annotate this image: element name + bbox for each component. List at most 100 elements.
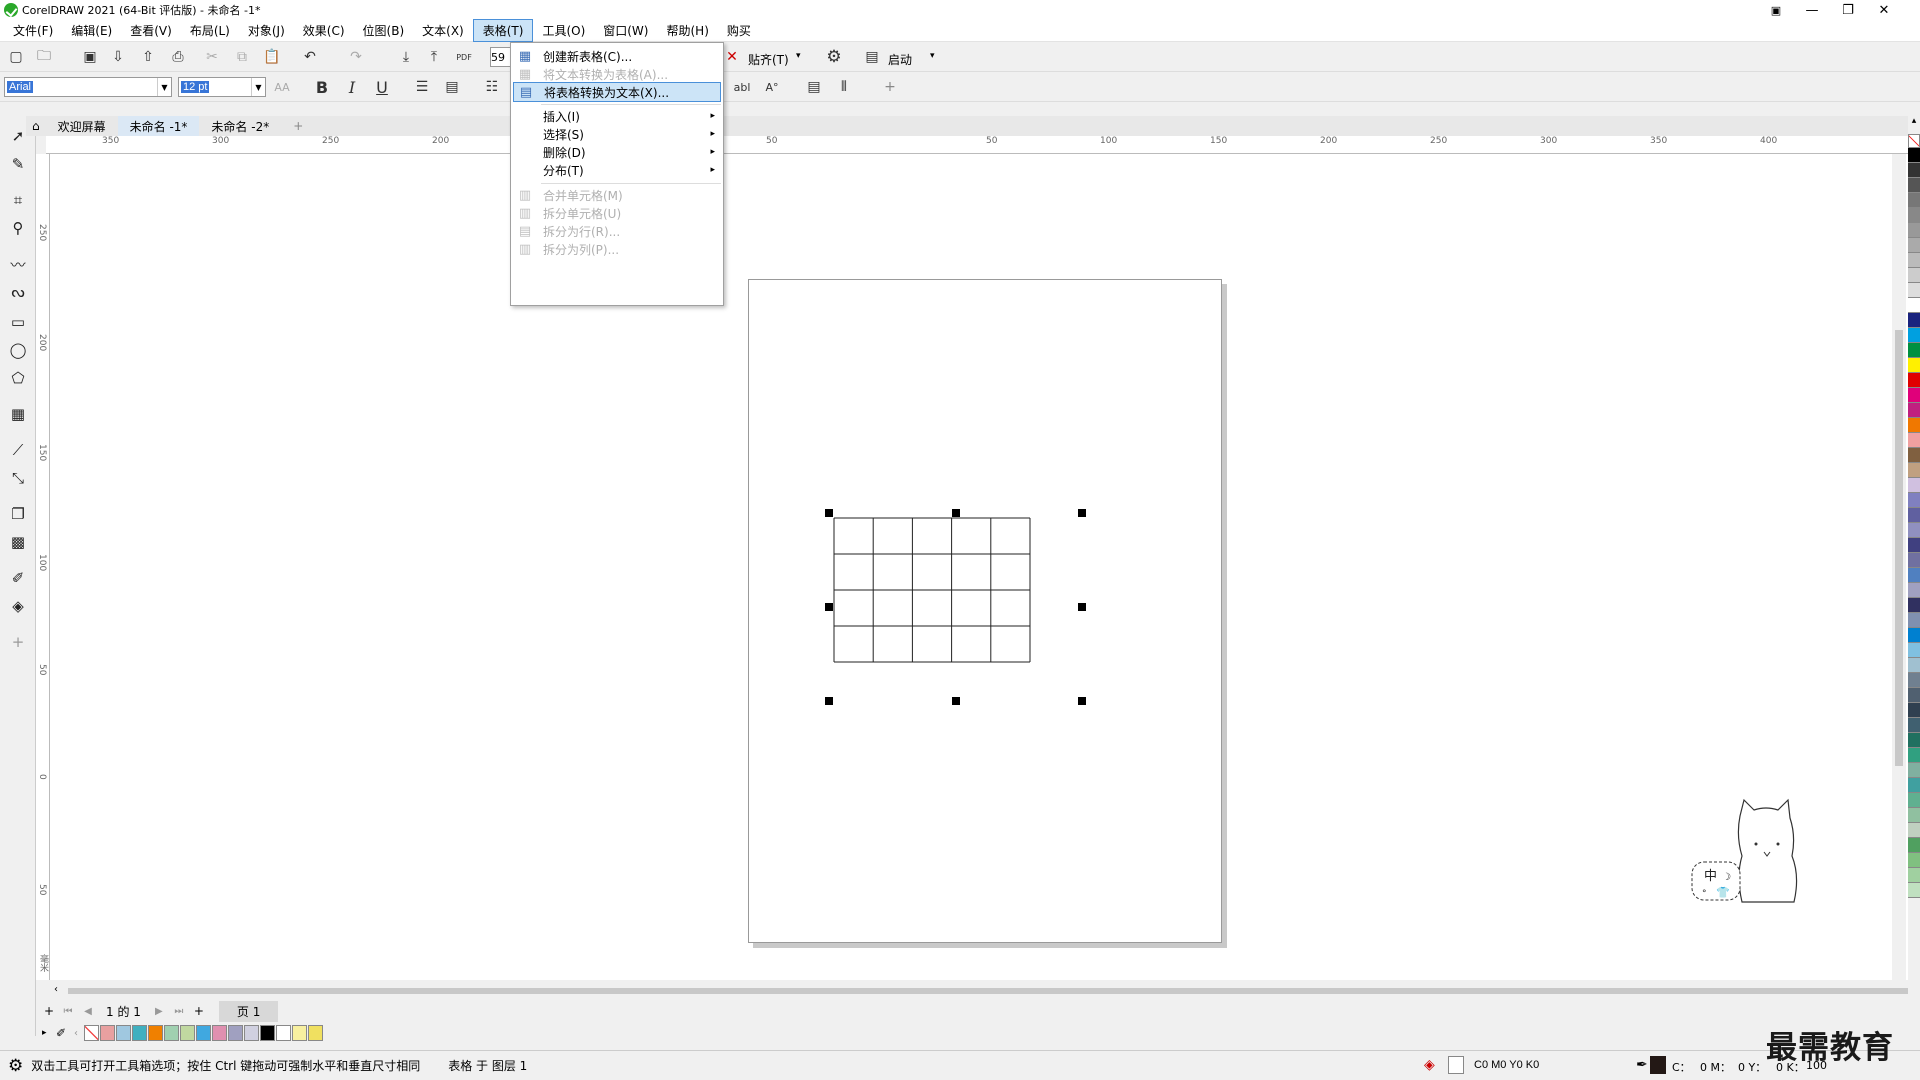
scroll-thumb[interactable] — [68, 988, 1918, 994]
color-swatch[interactable] — [1908, 478, 1920, 493]
color-swatch[interactable] — [1908, 328, 1920, 343]
prev-page-icon[interactable]: ◀ — [78, 1006, 98, 1017]
font-scale-icon[interactable]: AA — [272, 77, 292, 97]
color-swatch[interactable] — [1908, 658, 1920, 673]
color-swatch[interactable] — [308, 1025, 323, 1041]
add-tool-icon[interactable]: + — [6, 630, 30, 654]
palette-scroll-left-icon[interactable]: ‹ — [74, 1028, 84, 1039]
color-swatch[interactable] — [1908, 793, 1920, 808]
italic-button[interactable]: I — [342, 77, 362, 97]
menu-tools[interactable]: 工具(O) — [533, 20, 594, 41]
rectangle-tool-icon[interactable]: ▭ — [6, 310, 30, 334]
menu-table[interactable]: 表格(T) — [472, 19, 534, 42]
dimension-tool-icon[interactable]: ⟋ — [6, 438, 30, 462]
color-swatch[interactable] — [1908, 343, 1920, 358]
menu-create-table[interactable]: ▦ 创建新表格(C)... — [513, 46, 721, 66]
minimize-button[interactable]: — — [1794, 0, 1830, 20]
selection-handle[interactable] — [825, 509, 833, 517]
tab-document-2[interactable]: 未命名 -2* — [199, 116, 281, 136]
color-swatch[interactable] — [1908, 523, 1920, 538]
launch-icon[interactable]: ▤ — [862, 47, 882, 67]
artistic-media-icon[interactable]: ᔓ — [6, 280, 30, 304]
paragraph-format-icon[interactable]: ▤ — [442, 77, 462, 97]
menu-effects[interactable]: 效果(C) — [294, 20, 354, 41]
color-swatch[interactable] — [1908, 433, 1920, 448]
polygon-tool-icon[interactable]: ⬠ — [6, 366, 30, 390]
outline-color-swatch[interactable] — [1650, 1056, 1666, 1074]
color-swatch[interactable] — [1908, 268, 1920, 283]
help-window-icon[interactable]: ▣ — [1758, 0, 1794, 20]
color-swatch[interactable] — [1908, 208, 1920, 223]
color-swatch[interactable] — [1908, 883, 1920, 898]
selection-handle[interactable] — [825, 697, 833, 705]
last-page-icon[interactable]: ⏭ — [169, 1006, 189, 1017]
first-page-icon[interactable]: ⏮ — [58, 1006, 78, 1017]
color-swatch[interactable] — [1908, 253, 1920, 268]
save-icon[interactable]: ▣ — [80, 47, 100, 67]
color-swatch[interactable] — [1908, 148, 1920, 163]
color-swatch[interactable] — [1908, 718, 1920, 733]
color-swatch[interactable] — [228, 1025, 243, 1041]
color-swatch[interactable] — [1908, 838, 1920, 853]
redo-icon[interactable]: ↷ — [346, 47, 366, 67]
color-swatch[interactable] — [1908, 283, 1920, 298]
print-icon[interactable]: ⎙ — [168, 47, 188, 67]
scroll-left-icon[interactable]: ‹ — [54, 984, 58, 995]
vertical-scrollbar[interactable] — [1892, 154, 1906, 984]
color-swatch[interactable] — [100, 1025, 115, 1041]
color-swatch[interactable] — [1908, 598, 1920, 613]
menu-insert[interactable]: 插入(I) ▸ — [513, 106, 721, 126]
color-swatch[interactable] — [132, 1025, 147, 1041]
horizontal-text-icon[interactable]: ▤ — [804, 77, 824, 97]
menu-merge-cells[interactable]: ▥ 合并单元格(M) — [513, 185, 721, 205]
menu-window[interactable]: 窗口(W) — [594, 20, 657, 41]
color-swatch[interactable] — [260, 1025, 275, 1041]
cloud-download-icon[interactable]: ⇩ — [108, 47, 128, 67]
table-object[interactable] — [826, 510, 1082, 706]
color-swatch[interactable] — [1908, 193, 1920, 208]
color-swatch[interactable] — [1908, 853, 1920, 868]
menu-buy[interactable]: 购买 — [718, 20, 760, 41]
add-tab-button[interactable]: + — [281, 116, 315, 136]
color-swatch[interactable] — [1908, 388, 1920, 403]
options-gear-icon[interactable]: ⚙ — [824, 47, 844, 67]
snap-to-dropdown[interactable]: 贴齐(T) — [748, 51, 789, 68]
color-swatch[interactable] — [1908, 418, 1920, 433]
horizontal-ruler[interactable]: 350 300 250 200 50 50 100 150 200 250 30… — [46, 136, 1908, 154]
drop-shadow-icon[interactable]: ❐ — [6, 502, 30, 526]
menu-edit[interactable]: 编辑(E) — [62, 20, 121, 41]
pdf-export-icon[interactable]: PDF — [454, 47, 474, 67]
selection-handle[interactable] — [1078, 603, 1086, 611]
color-swatch[interactable] — [1908, 628, 1920, 643]
chevron-down-icon[interactable]: ▾ — [796, 51, 801, 61]
color-swatch[interactable] — [1908, 538, 1920, 553]
cloud-upload-icon[interactable]: ⇧ — [138, 47, 158, 67]
color-swatch[interactable] — [1908, 808, 1920, 823]
text-align-icon[interactable]: ☰ — [412, 77, 432, 97]
zoom-level-combo[interactable]: 59 — [490, 47, 512, 67]
color-swatch[interactable] — [148, 1025, 163, 1041]
underline-button[interactable]: U — [372, 77, 392, 97]
color-swatch[interactable] — [1908, 688, 1920, 703]
color-swatch[interactable] — [1908, 673, 1920, 688]
selection-handle[interactable] — [1078, 509, 1086, 517]
color-swatch[interactable] — [116, 1025, 131, 1041]
add-page-icon[interactable]: + — [40, 1004, 58, 1018]
color-swatch[interactable] — [1908, 403, 1920, 418]
shape-tool-icon[interactable]: ✎ — [6, 152, 30, 176]
palette-expand-icon[interactable]: ▸ — [42, 1028, 56, 1038]
color-swatch[interactable] — [292, 1025, 307, 1041]
menu-object[interactable]: 对象(J) — [239, 20, 294, 41]
eyedropper-icon[interactable]: ✐ — [6, 566, 30, 590]
menu-table-to-text[interactable]: ▤ 将表格转换为文本(X)... — [513, 82, 721, 102]
color-swatch[interactable] — [1908, 703, 1920, 718]
font-size-combo[interactable]: 12 pt ▼ — [178, 77, 266, 97]
fill-color-swatch[interactable] — [1448, 1056, 1464, 1074]
menu-distribute[interactable]: 分布(T) ▸ — [513, 160, 721, 180]
menu-text[interactable]: 文本(X) — [413, 20, 473, 41]
eyedropper-icon[interactable]: ✐ — [56, 1026, 74, 1040]
color-swatch[interactable] — [1908, 613, 1920, 628]
interactive-fill-icon[interactable]: ◈ — [6, 594, 30, 618]
chevron-down-icon[interactable]: ▼ — [251, 78, 265, 96]
horizontal-scrollbar[interactable]: ‹ — [50, 984, 1918, 998]
